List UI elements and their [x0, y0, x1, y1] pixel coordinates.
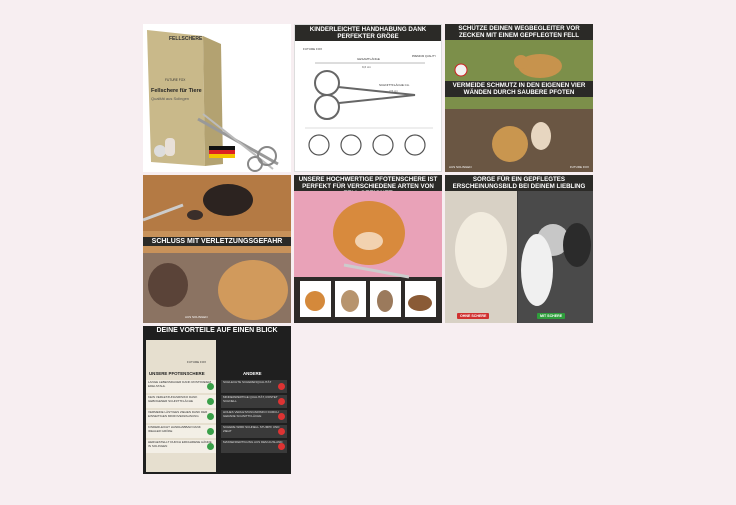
others-heading: ANDERE — [243, 371, 262, 376]
product-tile-ticks[interactable]: SCHÜTZE DEINEN WEGBEGLEITER VOR ZECKEN M… — [445, 24, 593, 172]
page: { "tile1": {"box_title":"FELLSCHERE","br… — [0, 0, 736, 505]
ours-row: LANGE LEBENSDAUER DANK ROSTFREIEM EDELST… — [146, 380, 216, 393]
brand-name: FUTURE FOX — [187, 360, 207, 364]
check-icon — [207, 428, 214, 435]
others-row: MASSENFERTIGUNG AUS DEM AUSLAND — [221, 440, 287, 453]
check-icon — [207, 383, 214, 390]
check-icon — [207, 398, 214, 405]
others-row: SCHERE WIRD SCHNELL STUMPF UND ZIEHT — [221, 425, 287, 438]
product-line-2: Qualität aus Solingen — [151, 96, 190, 101]
footer-label: AUS SOLINGEN — [185, 315, 208, 319]
product-tile-fur-types[interactable]: UNSERE HOCHWERTIGE PFOTENSCHERE IST PERF… — [294, 175, 442, 323]
product-image-grid: FELLSCHERE FUTURE FOX Fellschere für Tie… — [143, 24, 593, 474]
brand-name: FUTURE FOX — [165, 78, 186, 82]
product-tile-size[interactable]: KINDERLEICHTE HANDHABUNG DANK PERFEKTER … — [294, 24, 442, 172]
ours-heading: UNSERE PFOTENSCHERE — [149, 371, 205, 376]
cross-icon — [278, 398, 285, 405]
paw-photo-placeholder — [143, 175, 291, 323]
label-before: OHNE SCHERE — [457, 313, 490, 319]
cross-icon — [278, 428, 285, 435]
cross-icon — [278, 383, 285, 390]
box-title: FELLSCHERE — [169, 36, 203, 42]
tile-subtitle: VERMEIDE SCHMUTZ IN DEN EIGENEN VIER WÄN… — [445, 81, 593, 97]
cross-icon — [278, 413, 285, 420]
tile-title: SCHLUSS MIT VERLETZUNGSGEFAHR — [143, 237, 291, 246]
others-row: MINDERWERTIGE QUALITÄT, ROSTET SCHNELL — [221, 395, 287, 408]
cross-icon — [278, 443, 285, 450]
ours-row: VERMEIDE LÄSTIGES ZIEHEN DANK DER EINSEI… — [146, 410, 216, 423]
dog-photo-placeholder — [445, 54, 593, 172]
tile-title: DEINE VORTEILE AUF EINEN BLICK — [143, 326, 291, 335]
product-tile-packaging[interactable]: FELLSCHERE FUTURE FOX Fellschere für Tie… — [143, 24, 291, 172]
others-row: SCHLECHTE SCHERENQUALITÄT — [221, 380, 287, 393]
before-after-photo-placeholder — [445, 191, 593, 323]
label-after: MIT SCHERE — [537, 313, 566, 319]
ours-row: KINDERLEICHT HANDHABBAR DANK IDEALER GRÖ… — [146, 425, 216, 438]
others-row: HOHES VERLETZUNGSRISIKO DURCH GERADE SCH… — [221, 410, 287, 423]
product-tile-safety[interactable]: SCHLUSS MIT VERLETZUNGSGEFAHR AUS SOLING… — [143, 175, 291, 323]
product-tile-comparison[interactable]: DEINE VORTEILE AUF EINEN BLICK FUTURE FO… — [143, 326, 291, 474]
ours-row: KEIN VERLETZUNGSRISIKO DANK GEBOGENER SC… — [146, 395, 216, 408]
check-icon — [207, 413, 214, 420]
footer-left: AUS SOLINGEN — [449, 165, 472, 169]
pomeranian-photo-placeholder — [294, 191, 442, 317]
footer-right: FUTURE FOX — [569, 165, 589, 169]
scissors-diagram — [305, 62, 433, 156]
product-line-1: Fellschere für Tiere — [151, 88, 202, 94]
ours-row: HERGESTELLT DURCH ERFAHRENE HÄNDE IN SOL… — [146, 440, 216, 453]
product-tile-before-after[interactable]: SORGE FÜR EIN GEPFLEGTES ERSCHEINUNGSBIL… — [445, 175, 593, 323]
check-icon — [207, 443, 214, 450]
